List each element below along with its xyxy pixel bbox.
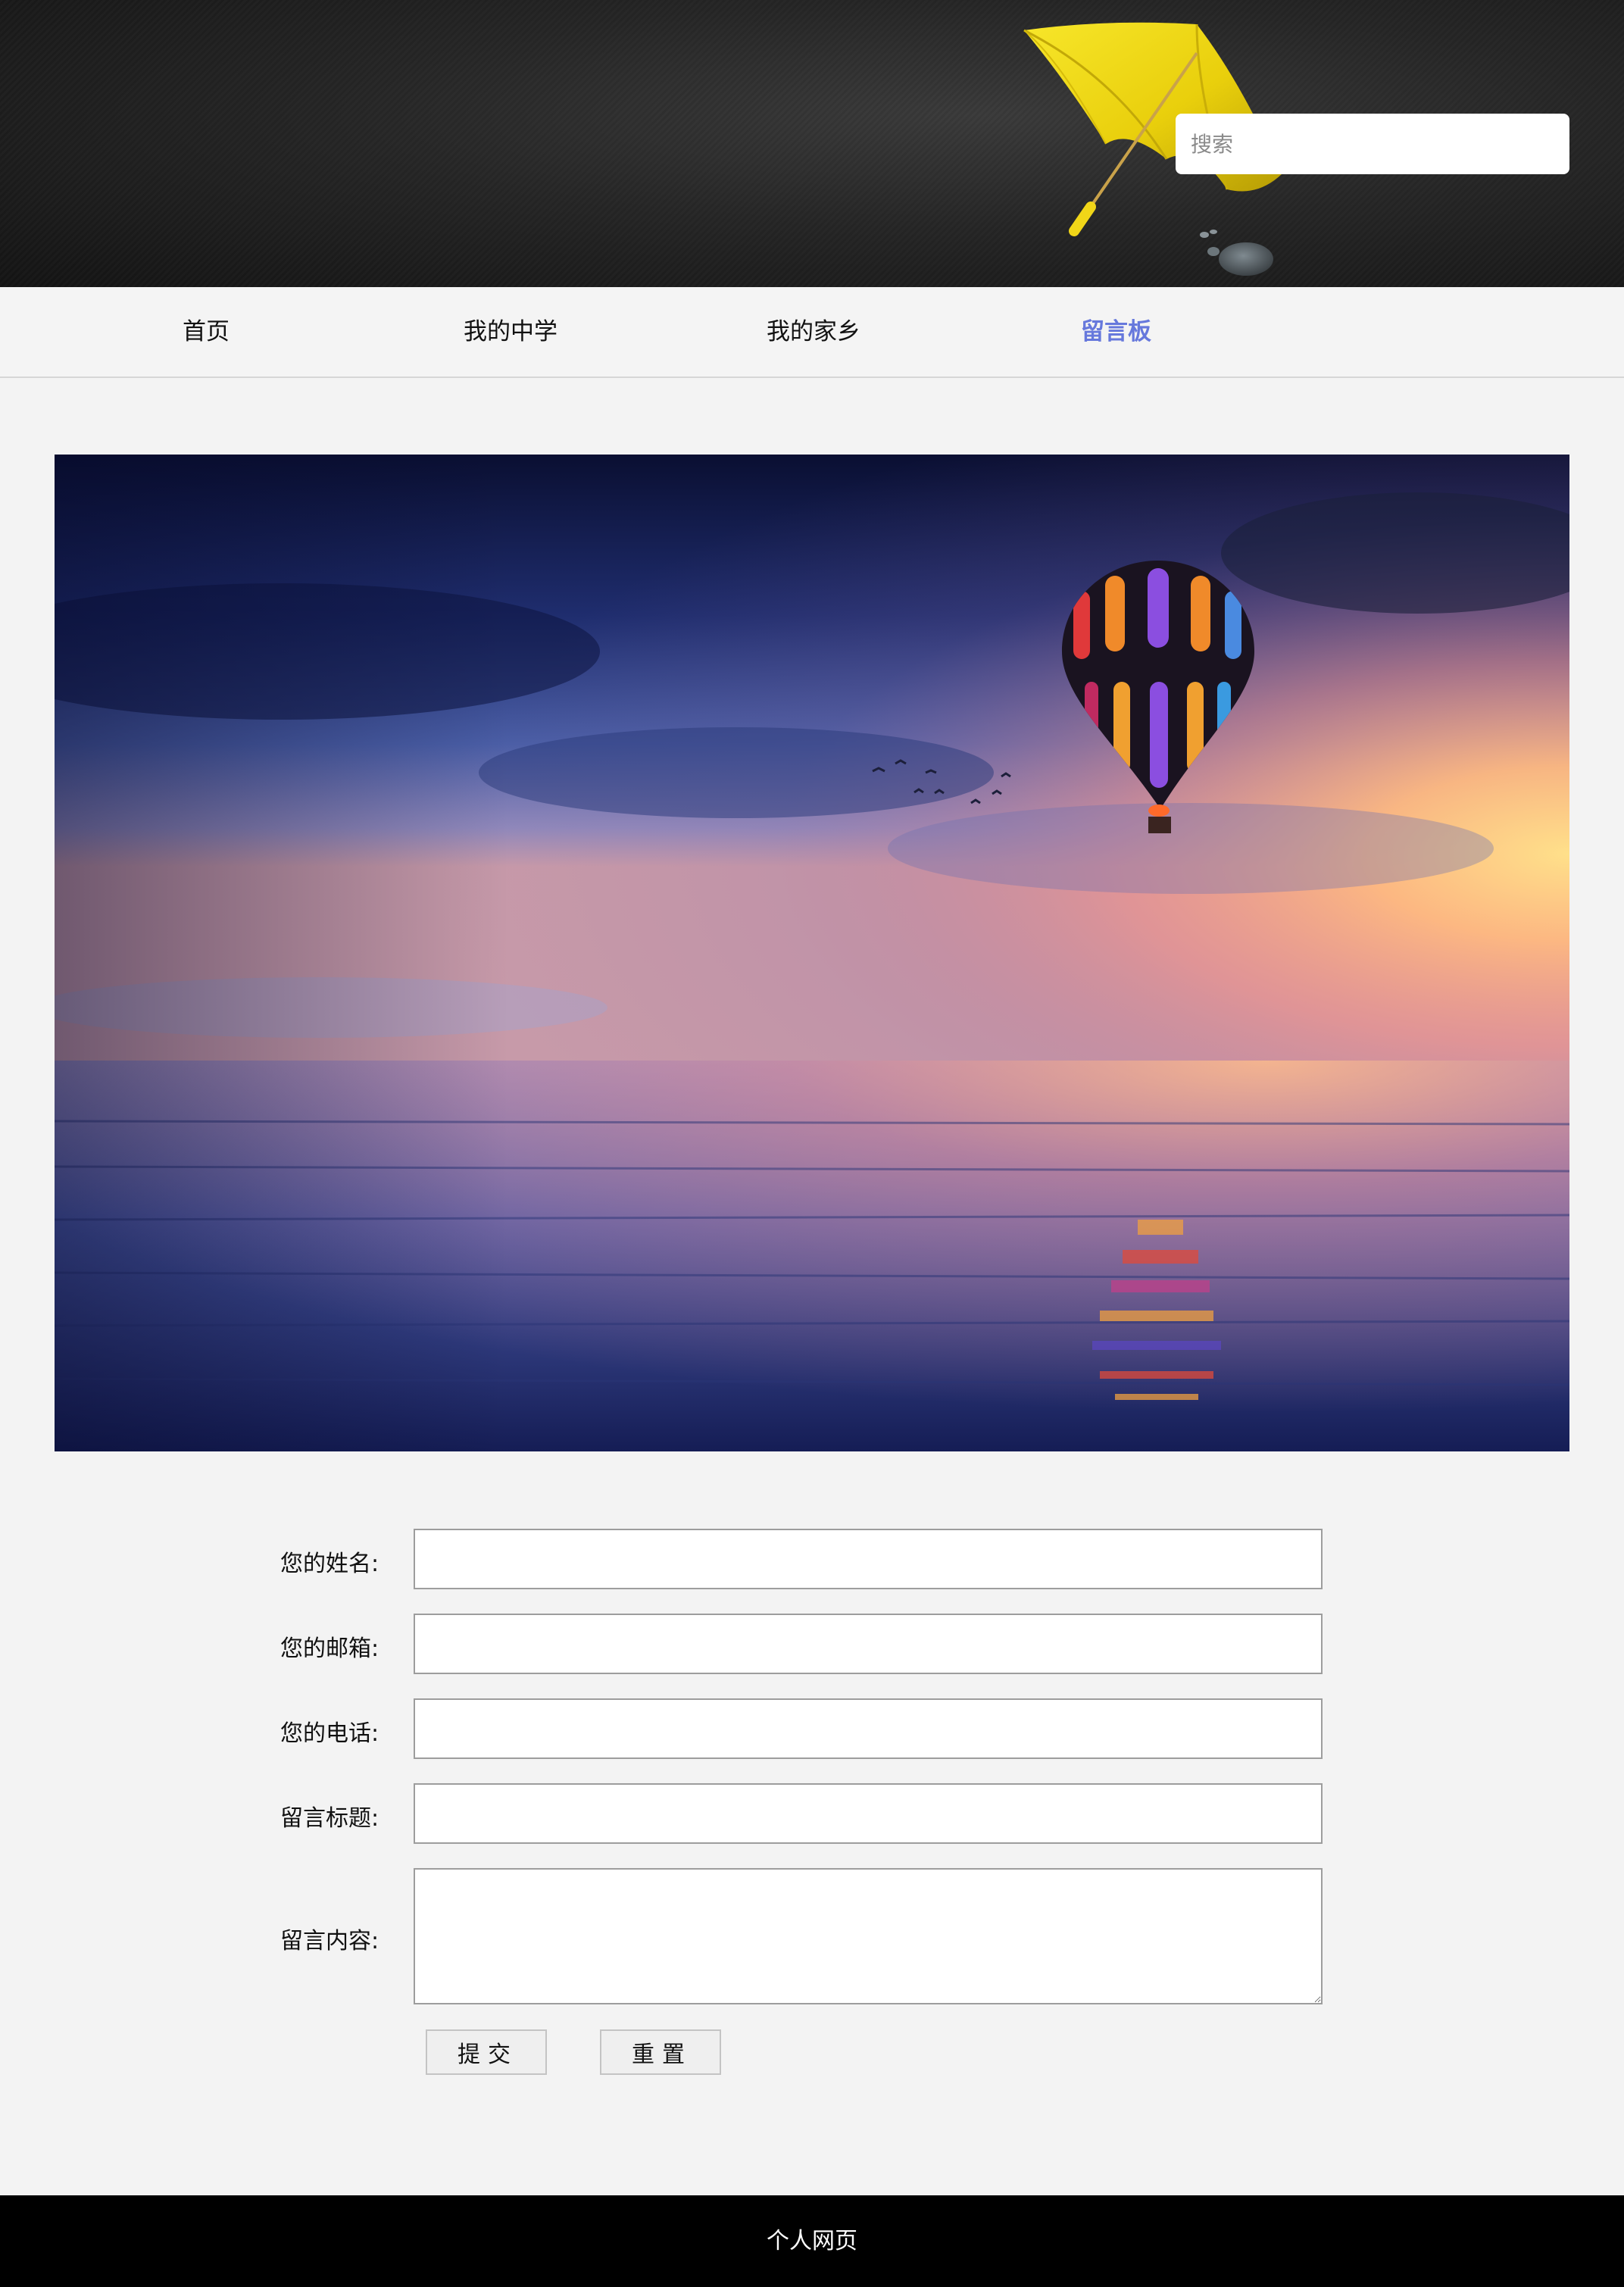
- subject-field[interactable]: [414, 1783, 1323, 1844]
- phone-field[interactable]: [414, 1698, 1323, 1759]
- search-input[interactable]: [1176, 114, 1569, 174]
- nav-item-middle-school[interactable]: 我的中学: [464, 287, 557, 376]
- name-field[interactable]: [414, 1529, 1323, 1589]
- footer-text: 个人网页: [767, 2228, 857, 2254]
- name-label: 您的姓名:: [280, 1551, 379, 1577]
- nav-item-message-board[interactable]: 留言板: [1081, 287, 1151, 376]
- hero-balloon-sea-image: [55, 455, 1569, 1451]
- nav-item-hometown[interactable]: 我的家乡: [767, 287, 860, 376]
- email-field[interactable]: [414, 1614, 1323, 1674]
- reset-button[interactable]: 重置: [600, 2029, 721, 2075]
- site-header: [0, 0, 1624, 287]
- phone-label: 您的电话:: [280, 1720, 379, 1747]
- hero-image: [55, 455, 1569, 1451]
- content-textarea[interactable]: [414, 1868, 1323, 2004]
- submit-button[interactable]: 提交: [426, 2029, 547, 2075]
- nav-item-home[interactable]: 首页: [183, 287, 230, 376]
- subject-label: 留言标题:: [280, 1805, 379, 1832]
- content-label: 留言内容:: [280, 1928, 379, 1954]
- main-nav: 首页 我的中学 我的家乡 留言板: [0, 287, 1624, 378]
- email-label: 您的邮箱:: [280, 1636, 379, 1662]
- site-footer: 个人网页: [0, 2195, 1624, 2287]
